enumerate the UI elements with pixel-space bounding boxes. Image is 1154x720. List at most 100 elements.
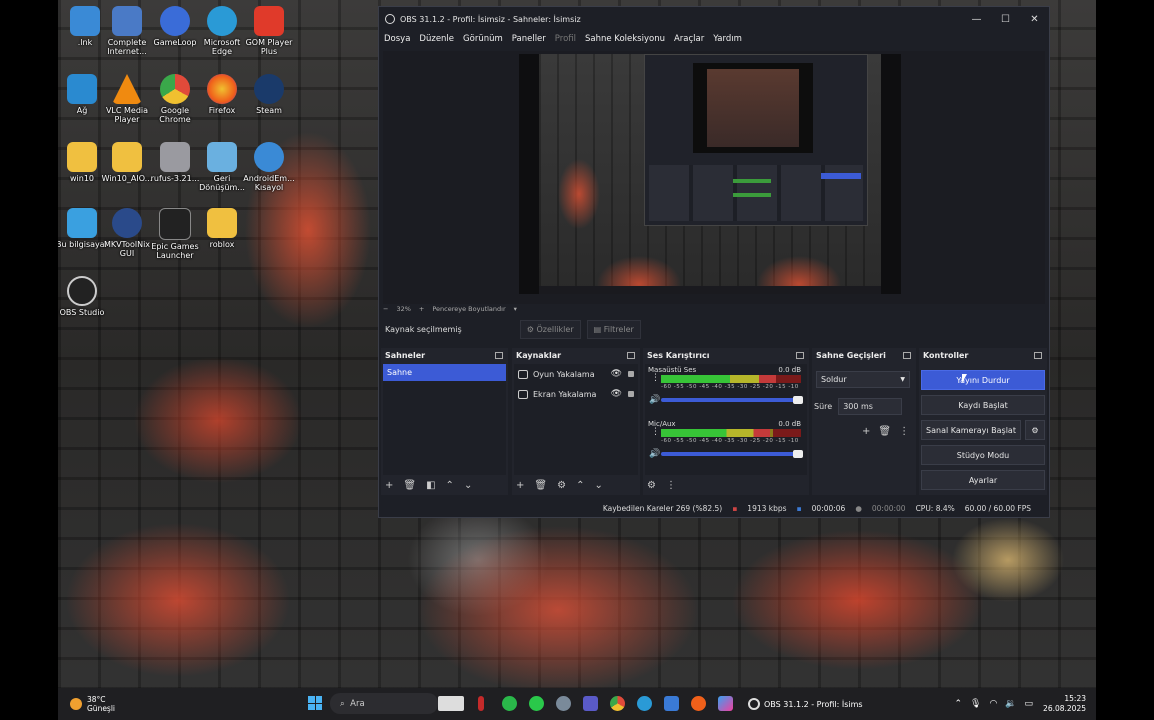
preview-canvas bbox=[519, 54, 901, 294]
trash-icon[interactable]: 🗑 bbox=[403, 480, 416, 491]
wifi-icon[interactable]: ◠ bbox=[989, 699, 997, 709]
sources-list: Oyun Yakalama 👁 Ekran Yakalama 👁 bbox=[514, 364, 638, 475]
battery-icon[interactable]: ▭ bbox=[1025, 699, 1034, 709]
meter-ticks: -60 -55 -50 -45 -40 -35 -30 -25 -20 -15 … bbox=[661, 384, 801, 390]
studio-mode-button[interactable]: Stüdyo Modu bbox=[921, 445, 1045, 465]
spotify-icon[interactable] bbox=[502, 696, 517, 711]
zoom-dropdown-icon[interactable]: ▾ bbox=[514, 305, 517, 313]
clock[interactable]: 15:23 26.08.2025 bbox=[1043, 694, 1086, 714]
menu-dosya[interactable]: Dosya bbox=[384, 34, 410, 44]
title-bar[interactable]: OBS 31.1.2 - Profil: İsimsiz - Sahneler:… bbox=[379, 7, 1049, 31]
desktop-icon-gom[interactable]: GOM Player Plus bbox=[240, 6, 298, 56]
channel-menu-icon[interactable]: ⋮ bbox=[651, 374, 660, 383]
undock-icon[interactable]: . bbox=[627, 351, 635, 359]
visibility-eye-icon[interactable]: 👁 bbox=[611, 369, 622, 379]
desktop-icon-steam[interactable]: Steam bbox=[240, 74, 298, 115]
fit-to-window[interactable]: Pencereye Boyutlandır bbox=[432, 305, 505, 313]
properties-button[interactable]: ⚙ Özellikler bbox=[519, 319, 581, 339]
clock-time: 15:23 bbox=[1064, 694, 1086, 703]
channel-db: 0.0 dB bbox=[778, 420, 801, 428]
app-icon[interactable] bbox=[478, 696, 484, 711]
folder-icon bbox=[67, 142, 97, 172]
add-transition-icon[interactable]: + bbox=[862, 426, 870, 437]
menu-profil[interactable]: Profil bbox=[555, 34, 576, 44]
maximize-button[interactable]: ☐ bbox=[991, 14, 1020, 25]
lock-icon[interactable] bbox=[628, 391, 634, 397]
desktop-icon-obs[interactable]: OBS Studio bbox=[58, 276, 111, 317]
filters-button[interactable]: ▤ Filtreler bbox=[586, 319, 641, 339]
settings-button[interactable]: Ayarlar bbox=[921, 470, 1045, 490]
mixer-menu-icon[interactable]: ⋮ bbox=[666, 480, 676, 491]
menu-yardim[interactable]: Yardım bbox=[713, 34, 742, 44]
volume-slider-handle[interactable] bbox=[793, 396, 803, 404]
volume-icon[interactable]: 🔉 bbox=[1005, 699, 1016, 709]
undock-icon[interactable]: . bbox=[796, 351, 804, 359]
trash-icon[interactable]: 🗑 bbox=[878, 426, 891, 437]
controls-title: Kontroller bbox=[923, 350, 969, 360]
speaker-icon[interactable]: 🔊 bbox=[649, 449, 660, 459]
search-highlight-icon[interactable] bbox=[438, 696, 464, 711]
menu-gorunum[interactable]: Görünüm bbox=[463, 34, 503, 44]
settings-gear-icon[interactable] bbox=[556, 696, 571, 711]
taskbar-obs[interactable]: OBS 31.1.2 - Profil: İsims bbox=[748, 694, 863, 714]
channel-menu-icon[interactable]: ⋮ bbox=[651, 428, 660, 437]
gear-icon[interactable]: ⚙ bbox=[557, 480, 566, 491]
minimize-button[interactable]: — bbox=[962, 14, 991, 25]
source-item[interactable]: Ekran Yakalama 👁 bbox=[514, 384, 638, 404]
system-tray: ⌃ 🎙 ◠ 🔉 ▭ 15:23 26.08.2025 bbox=[946, 694, 1086, 714]
volume-slider-handle[interactable] bbox=[793, 450, 803, 458]
move-down-icon[interactable]: ⌄ bbox=[464, 480, 472, 491]
teams-icon[interactable] bbox=[583, 696, 598, 711]
vlc-icon bbox=[112, 74, 142, 104]
lock-icon[interactable] bbox=[628, 371, 634, 377]
undock-icon[interactable]: . bbox=[495, 351, 503, 359]
add-source-icon[interactable]: + bbox=[516, 480, 524, 491]
transition-select[interactable]: Soldur ▼ bbox=[816, 371, 910, 388]
zoom-in-button[interactable]: + bbox=[419, 305, 424, 313]
menu-araclar[interactable]: Araçlar bbox=[674, 34, 704, 44]
mouse-cursor-icon bbox=[962, 374, 967, 383]
transition-menu-icon[interactable]: ⋮ bbox=[899, 426, 909, 437]
source-item[interactable]: Oyun Yakalama 👁 bbox=[514, 364, 638, 384]
visibility-eye-icon[interactable]: 👁 bbox=[611, 389, 622, 399]
taskbar-search[interactable]: ⌕ Ara bbox=[330, 693, 438, 714]
undock-icon[interactable]: . bbox=[903, 351, 911, 359]
weather-widget[interactable]: 38°C Güneşli bbox=[70, 695, 115, 713]
advanced-audio-icon[interactable]: ⚙ bbox=[647, 480, 656, 491]
move-up-icon[interactable]: ⌃ bbox=[576, 480, 584, 491]
copilot-icon[interactable] bbox=[718, 696, 733, 711]
virtual-camera-settings-gear-icon[interactable]: ⚙ bbox=[1025, 420, 1045, 440]
duration-input[interactable]: 300 ms bbox=[838, 398, 903, 415]
trash-icon[interactable]: 🗑 bbox=[534, 480, 547, 491]
move-up-icon[interactable]: ⌃ bbox=[446, 480, 454, 491]
speaker-icon[interactable]: 🔊 bbox=[649, 395, 660, 405]
volume-slider[interactable] bbox=[661, 450, 803, 458]
whatsapp-icon[interactable] bbox=[529, 696, 544, 711]
preview-area[interactable] bbox=[383, 51, 1045, 304]
obs-icon bbox=[748, 698, 760, 710]
stop-streaming-button[interactable]: Yayını Durdur bbox=[921, 370, 1045, 390]
menu-paneller[interactable]: Paneller bbox=[512, 34, 546, 44]
duration-label: Süre bbox=[814, 402, 833, 411]
firefox-icon[interactable] bbox=[691, 696, 706, 711]
close-button[interactable]: ✕ bbox=[1020, 14, 1049, 25]
start-button[interactable] bbox=[308, 696, 322, 710]
scene-item[interactable]: Sahne bbox=[383, 364, 506, 381]
scene-filter-icon[interactable]: ◧ bbox=[426, 480, 435, 491]
menu-duzenle[interactable]: Düzenle bbox=[419, 34, 454, 44]
start-virtual-camera-button[interactable]: Sanal Kamerayı Başlat bbox=[921, 420, 1021, 440]
menu-sahne-koleksiyonu[interactable]: Sahne Koleksiyonu bbox=[585, 34, 665, 44]
desktop-icon-androidem[interactable]: AndroidEm... Kısayol bbox=[240, 142, 298, 192]
zoom-out-button[interactable]: − bbox=[383, 305, 388, 313]
add-scene-icon[interactable]: + bbox=[385, 480, 393, 491]
photos-icon[interactable] bbox=[664, 696, 679, 711]
volume-slider[interactable] bbox=[661, 396, 803, 404]
start-recording-button[interactable]: Kaydı Başlat bbox=[921, 395, 1045, 415]
chrome-icon[interactable] bbox=[610, 696, 625, 711]
undock-icon[interactable]: . bbox=[1034, 351, 1042, 359]
desktop-icon-roblox[interactable]: roblox bbox=[193, 208, 251, 249]
edge-icon[interactable] bbox=[637, 696, 652, 711]
microphone-icon[interactable]: 🎙 bbox=[970, 699, 981, 709]
move-down-icon[interactable]: ⌄ bbox=[594, 480, 602, 491]
chevron-up-icon[interactable]: ⌃ bbox=[954, 699, 962, 709]
